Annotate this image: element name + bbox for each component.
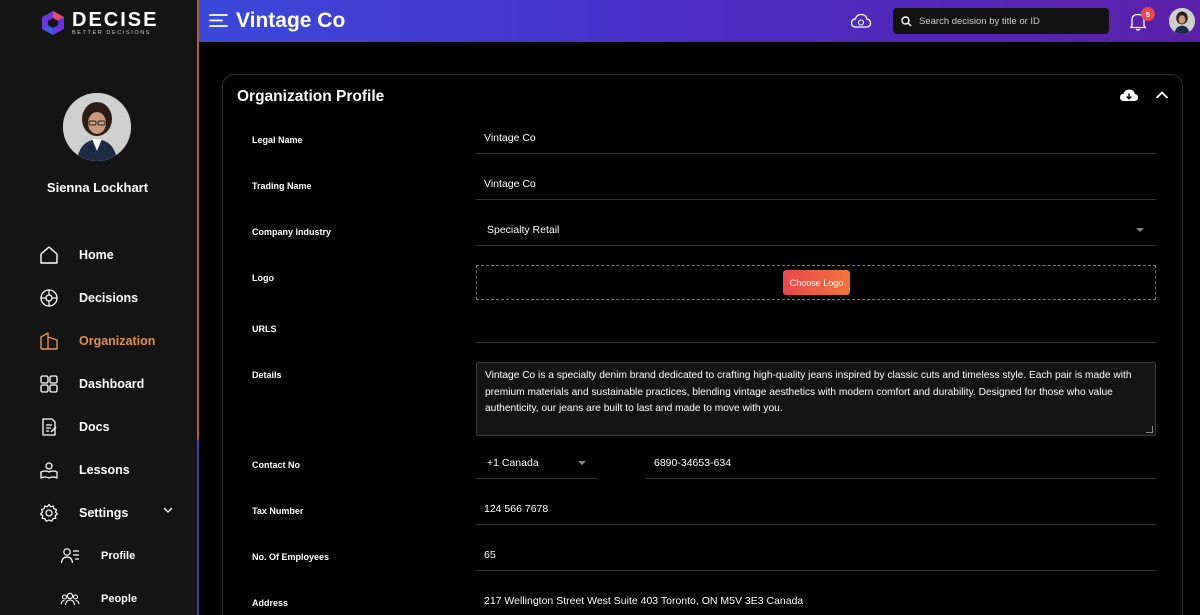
profile-icon xyxy=(60,546,80,566)
decisions-icon xyxy=(39,288,59,308)
country-code-value: +1 Canada xyxy=(487,457,539,469)
brand-tagline: BETTER DECISIONS xyxy=(72,29,152,36)
organization-profile-card: Organization Profile Legal Name Vintage … xyxy=(222,74,1183,615)
sidebar-item-label: Lessons xyxy=(79,462,130,477)
brand-name: DECISE xyxy=(72,8,159,31)
sidebar-item-dashboard[interactable]: Dashboard xyxy=(0,362,195,405)
people-icon xyxy=(60,589,80,609)
contact-label: Contact No xyxy=(252,460,300,470)
address-field[interactable]: 217 Wellington Street West Suite 403 Tor… xyxy=(476,586,1156,615)
home-icon xyxy=(39,245,59,265)
trading-name-label: Trading Name xyxy=(252,181,312,191)
search-input[interactable] xyxy=(919,15,1099,27)
gear-icon xyxy=(39,503,59,523)
industry-select[interactable]: Specialty Retail xyxy=(476,215,1156,246)
page-title: Vintage Co xyxy=(236,9,346,32)
trading-name-field[interactable]: Vintage Co xyxy=(476,169,1156,200)
sidebar-item-label: Home xyxy=(79,247,114,262)
user-name: Sienna Lockhart xyxy=(46,180,149,195)
lessons-icon xyxy=(39,460,59,480)
sidebar-item-settings[interactable]: Settings xyxy=(0,491,195,534)
urls-field[interactable] xyxy=(476,312,1156,343)
chevron-up-icon[interactable] xyxy=(1155,90,1169,100)
dashboard-icon xyxy=(39,374,59,394)
details-label: Details xyxy=(252,370,282,380)
search-icon xyxy=(901,15,912,27)
sidebar-subitem-label: People xyxy=(101,592,138,605)
caret-down-icon xyxy=(1136,228,1144,232)
employees-field[interactable]: 65 xyxy=(476,540,1156,571)
cloud-sync-icon[interactable] xyxy=(850,12,872,30)
sidebar-item-docs[interactable]: Docs xyxy=(0,405,195,448)
sidebar-item-decisions[interactable]: Decisions xyxy=(0,276,195,319)
industry-label: Company Industry xyxy=(252,227,332,237)
sidebar: DECISE BETTER DECISIONS Sienna Lockhart … xyxy=(0,0,199,615)
header-avatar[interactable] xyxy=(1169,8,1195,34)
sidebar-item-label: Dashboard xyxy=(79,376,145,391)
cloud-download-icon[interactable] xyxy=(1119,88,1139,104)
user-portrait-icon xyxy=(1169,8,1195,34)
organization-icon xyxy=(39,331,59,351)
logo-label: Logo xyxy=(252,273,274,283)
logo-dropzone[interactable]: Choose Logo xyxy=(476,265,1156,300)
address-label: Address xyxy=(252,598,289,608)
sidebar-subitem-profile[interactable]: Profile xyxy=(0,534,195,577)
sidebar-nav: Home Decisions Organization Dashboard Do… xyxy=(0,233,195,615)
phone-number-field[interactable]: 6890-34653-634 xyxy=(646,448,1156,479)
sidebar-item-home[interactable]: Home xyxy=(0,233,195,276)
decise-logo-icon xyxy=(42,11,64,35)
employees-label: No. Of Employees xyxy=(252,552,330,562)
search-bar xyxy=(893,8,1109,34)
choose-logo-button[interactable]: Choose Logo xyxy=(783,270,850,295)
chevron-down-icon[interactable] xyxy=(163,505,173,515)
sidebar-item-label: Organization xyxy=(79,333,156,348)
brand-logo[interactable]: DECISE BETTER DECISIONS xyxy=(40,10,158,36)
urls-label: URLS xyxy=(252,324,277,334)
sidebar-item-label: Decisions xyxy=(79,290,139,305)
card-title: Organization Profile xyxy=(237,88,385,105)
user-avatar[interactable] xyxy=(63,93,131,161)
caret-down-icon xyxy=(578,461,586,465)
sidebar-subitem-label: Profile xyxy=(101,549,136,562)
tax-label: Tax Number xyxy=(252,506,304,516)
notification-badge: 5 xyxy=(1141,7,1155,21)
user-portrait-icon xyxy=(63,93,131,161)
legal-name-field[interactable]: Vintage Co xyxy=(476,123,1156,154)
sidebar-item-label: Docs xyxy=(79,419,110,434)
details-textarea[interactable]: Vintage Co is a specialty denim brand de… xyxy=(476,362,1156,436)
legal-name-label: Legal Name xyxy=(252,135,303,145)
docs-icon xyxy=(39,417,59,437)
industry-value: Specialty Retail xyxy=(487,224,560,236)
sidebar-item-label: Settings xyxy=(79,505,129,520)
top-header: Vintage Co 5 xyxy=(199,0,1200,42)
menu-icon[interactable] xyxy=(209,13,228,28)
sidebar-item-lessons[interactable]: Lessons xyxy=(0,448,195,491)
country-code-select[interactable]: +1 Canada xyxy=(476,448,598,479)
sidebar-subitem-people[interactable]: People xyxy=(0,577,195,615)
sidebar-item-organization[interactable]: Organization xyxy=(0,319,195,362)
tax-number-field[interactable]: 124 566 7678 xyxy=(476,494,1156,525)
